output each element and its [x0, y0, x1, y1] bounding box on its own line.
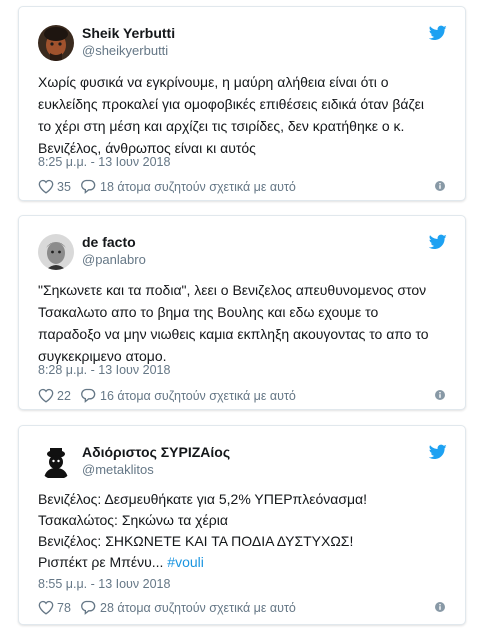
tweet-text-line: Βενιζέλος: Δεσμευθήκατε για 5,2% ΥΠΕΡπλε… [38, 491, 368, 507]
like-button[interactable]: 22 [38, 388, 71, 403]
tweet-text: Βενιζέλος: Δεσμευθήκατε για 5,2% ΥΠΕΡπλε… [38, 489, 450, 573]
reply-button[interactable]: 28 άτομα συζητούν σχετικά με αυτό [80, 600, 296, 615]
hashtag-link[interactable]: #vouli [167, 554, 204, 570]
reply-bubble-icon [81, 600, 96, 615]
tweet-timestamp[interactable]: 8:25 μ.μ. - 13 Ιουν 2018 [38, 155, 170, 169]
tweet-card[interactable]: de facto @panlabro "Σηκωνετε και τα ποδι… [18, 215, 466, 410]
reply-button[interactable]: 16 άτομα συζητούν σχετικά με αυτό [80, 388, 296, 403]
like-button[interactable]: 35 [38, 179, 71, 194]
tweet-text-line: Τσακαλωτο απο το βημα της Βουλης και εδω… [38, 304, 379, 320]
like-count: 35 [57, 179, 71, 194]
tweet-actions: 35 18 άτομα συζητούν σχετικά με αυτό [38, 179, 447, 197]
tweet-text: Χωρίς φυσικά να εγκρίνουμε, η μαύρη αλήθ… [38, 71, 450, 159]
avatar-silhouette-icon[interactable] [38, 444, 74, 480]
tweet-timestamp[interactable]: 8:28 μ.μ. - 13 Ιουν 2018 [38, 363, 170, 377]
twitter-bird-icon[interactable] [429, 25, 447, 41]
tweet-text-line: Ρισπέκτ ρε Μπένυ... #vouli [38, 552, 450, 573]
author-name[interactable]: de facto [82, 234, 136, 250]
tweet-actions: 78 28 άτομα συζητούν σχετικά με αυτό [38, 600, 447, 618]
tweet-card[interactable]: Αδιόριστος ΣΥΡΙΖΑίος @metaklitos Βενιζέλ… [18, 425, 466, 625]
heart-icon [38, 179, 54, 194]
avatar-bw-portrait-icon[interactable] [38, 234, 74, 270]
reply-count-text: 18 άτομα συζητούν σχετικά με αυτό [100, 179, 296, 194]
like-button[interactable]: 78 [38, 600, 71, 615]
heart-icon [38, 600, 54, 615]
heart-icon [38, 388, 54, 403]
tweet-text-line: Τσακαλώτος: Σηκώνω τα χέρια [38, 512, 228, 528]
tweet-text: "Σηκωνετε και τα ποδια", λεει ο Βενιζελο… [38, 279, 450, 367]
like-count: 78 [57, 600, 71, 615]
tweet-text-line: Χωρίς φυσικά να εγκρίνουμε, η μαύρη αλήθ… [38, 74, 389, 90]
twitter-bird-icon[interactable] [429, 234, 447, 250]
like-count: 22 [57, 388, 71, 403]
tweet-card[interactable]: Sheik Yerbutti @sheikyerbutti Χωρίς φυσι… [18, 6, 466, 201]
author-name[interactable]: Αδιόριστος ΣΥΡΙΖΑίος [82, 444, 230, 460]
tweet-actions: 22 16 άτομα συζητούν σχετικά με αυτό [38, 388, 447, 406]
info-icon[interactable] [435, 181, 445, 191]
tweet-text-line: "Σηκωνετε και τα ποδια", λεει ο Βενιζελο… [38, 282, 427, 298]
twitter-bird-icon[interactable] [429, 444, 447, 460]
avatar-portrait-icon[interactable] [38, 25, 74, 61]
tweet-text-line: ευκλείδης προκαλεί για ομοφοβικές επιθέσ… [38, 96, 424, 112]
author-handle[interactable]: @panlabro [82, 252, 146, 267]
tweet-feed: Sheik Yerbutti @sheikyerbutti Χωρίς φυσι… [0, 0, 488, 637]
author-name[interactable]: Sheik Yerbutti [82, 25, 175, 41]
info-icon[interactable] [435, 390, 445, 400]
tweet-text-line: το χέρι στη μέση και αρχίζει τις τσιρίδε… [38, 118, 405, 134]
info-icon[interactable] [435, 602, 445, 612]
tweet-text-line: παραδοξο να μην νιωθεις καμια εκπληξη ακ… [38, 326, 429, 342]
reply-count-text: 16 άτομα συζητούν σχετικά με αυτό [100, 388, 296, 403]
reply-bubble-icon [81, 388, 96, 403]
tweet-text-line: Βενιζέλος: ΣΗΚΩΝΕΤΕ ΚΑΙ ΤΑ ΠΟΔΙΑ ΔΥΣΤΥΧΩ… [38, 533, 354, 549]
tweet-timestamp[interactable]: 8:55 μ.μ. - 13 Ιουν 2018 [38, 577, 170, 591]
reply-bubble-icon [81, 179, 96, 194]
reply-count-text: 28 άτομα συζητούν σχετικά με αυτό [100, 600, 296, 615]
tweet-text-fragment: Ρισπέκτ ρε Μπένυ... [38, 554, 168, 570]
author-handle[interactable]: @sheikyerbutti [82, 43, 168, 58]
reply-button[interactable]: 18 άτομα συζητούν σχετικά με αυτό [80, 179, 296, 194]
author-handle[interactable]: @metaklitos [82, 462, 154, 477]
